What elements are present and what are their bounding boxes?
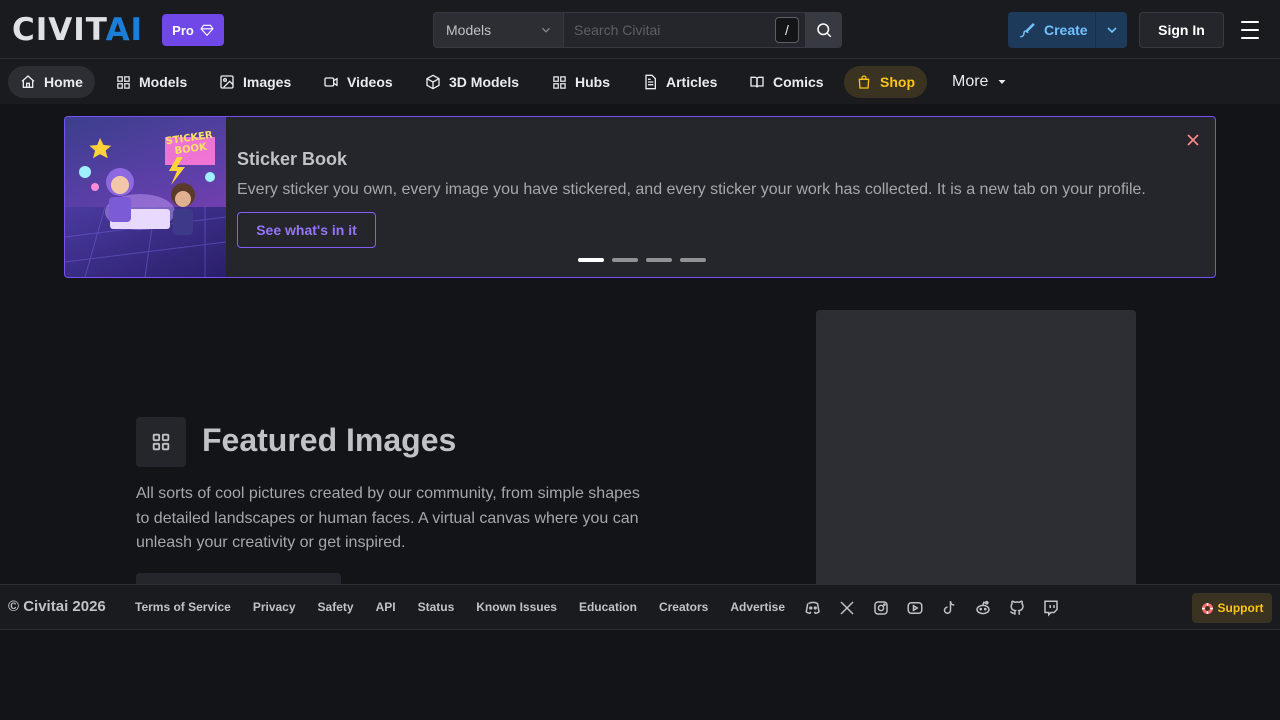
sticker-book-illustration: STICKER BOOK [65,117,226,277]
github-icon[interactable] [1008,598,1042,618]
youtube-icon[interactable] [906,598,940,618]
footer-link-education[interactable]: Education [579,600,637,614]
sign-in-button[interactable]: Sign In [1139,12,1224,48]
nav-label: 3D Models [449,74,520,90]
brush-icon [1020,22,1035,38]
footer-link-privacy[interactable]: Privacy [253,600,296,614]
create-button[interactable]: Create [1008,12,1127,48]
banner-title: Sticker Book [237,149,348,169]
pro-button[interactable]: Pro [162,14,224,46]
footer-link-advertise[interactable]: Advertise [730,600,785,614]
home-icon [21,75,35,88]
x-icon[interactable] [838,598,872,618]
nav-item-home[interactable]: Home [8,66,95,98]
close-icon[interactable] [1183,130,1203,150]
hamburger-menu-icon[interactable] [1238,18,1262,42]
footer-copyright: © Civitai 2026 [8,598,106,615]
footer-link-safety[interactable]: Safety [318,600,354,614]
instagram-icon[interactable] [872,598,906,618]
featured-grid-icon [136,417,186,467]
nav-label: Home [44,74,83,90]
pagination-dot[interactable] [578,258,604,262]
grid-icon [117,75,130,89]
reddit-icon[interactable] [974,598,1008,618]
footer-link-creators[interactable]: Creators [659,600,708,614]
support-button[interactable]: Support [1192,593,1272,623]
search-shortcut-key: / [775,17,799,43]
nav-label: Models [139,74,188,90]
search-input[interactable] [574,22,774,38]
civitai-logo[interactable]: CIVITAI [12,12,144,48]
file-icon [645,74,656,90]
logo-text-ai: AI [105,12,144,48]
featured-description: All sorts of cool pictures created by ou… [136,485,640,551]
footer-link-known-issues[interactable]: Known Issues [476,600,557,614]
tiktok-icon[interactable] [940,598,974,618]
nav-label: Articles [666,74,718,90]
footer-link-status[interactable]: Status [418,600,455,614]
book-icon [750,76,764,88]
chevron-down-icon [1106,27,1117,34]
top-header: CIVITAI Pro Models / Create Sign In [0,0,1280,59]
main-nav: Home Models Images Videos 3D Models Hubs… [0,59,1280,104]
pro-label: Pro [172,22,194,38]
pagination-dot[interactable] [646,258,672,262]
banner-pagination [578,258,706,262]
nav-item-models[interactable]: Models [104,66,199,98]
image-icon [220,75,234,89]
footer-links: Terms of Service Privacy Safety API Stat… [135,600,807,614]
banner-description: Every sticker you own, every image you h… [237,181,1146,198]
logo-text-civit: CIVIT [12,12,106,48]
nav-label: Images [243,74,292,90]
nav-item-comics[interactable]: Comics [737,66,836,98]
footer: © Civitai 2026 Terms of Service Privacy … [0,584,1280,630]
nav-item-hubs[interactable]: Hubs [540,66,622,98]
pagination-dot[interactable] [612,258,638,262]
nav-item-videos[interactable]: Videos [311,66,405,98]
diamond-icon [200,24,214,37]
search-scope-value: Models [446,22,492,38]
grid-icon [553,75,566,89]
search-button[interactable] [806,12,842,48]
banner-cta-button[interactable]: See what's in it [237,212,376,248]
twitch-icon[interactable] [1042,598,1076,618]
search-input-wrapper: / [564,12,806,48]
search-bar: Models / [433,12,842,48]
nav-more-menu[interactable]: More [940,66,1020,98]
nav-more-label: More [952,73,989,90]
nav-item-3d-models[interactable]: 3D Models [413,66,531,98]
lifebuoy-icon [1201,602,1213,614]
discord-icon[interactable] [804,598,838,618]
chevron-down-icon [542,27,550,33]
featured-image-placeholder [816,310,1136,585]
announcement-banner: STICKER BOOK Sticker Book Every sticker … [64,116,1216,278]
search-icon [817,23,832,38]
search-scope-select[interactable]: Models [433,12,564,48]
create-menu-toggle[interactable] [1096,22,1127,38]
nav-label: Hubs [575,74,610,90]
nav-label: Shop [880,74,915,90]
pagination-dot[interactable] [680,258,706,262]
nav-label: Videos [347,74,393,90]
nav-label: Comics [773,74,824,90]
nav-item-shop[interactable]: Shop [844,66,927,98]
footer-link-terms[interactable]: Terms of Service [135,600,231,614]
support-label: Support [1217,601,1264,615]
cube-icon [426,74,440,90]
create-label: Create [1044,22,1088,38]
shopping-bag-icon [858,75,870,89]
nav-item-images[interactable]: Images [207,66,303,98]
nav-item-articles[interactable]: Articles [630,66,729,98]
footer-link-api[interactable]: API [376,600,396,614]
caret-down-icon [998,80,1006,84]
featured-title: Featured Images [202,422,457,458]
social-links [804,598,1076,618]
video-icon [324,77,338,87]
